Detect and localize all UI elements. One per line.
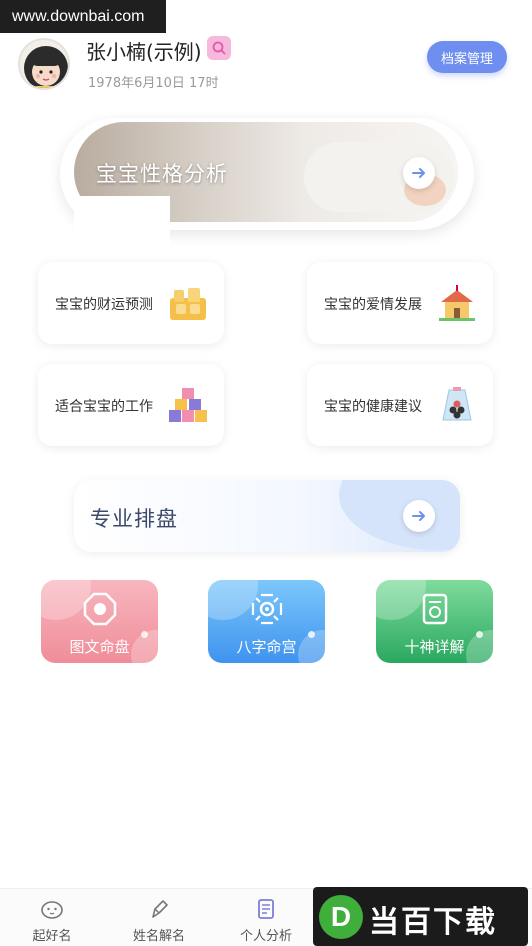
decor-dot — [141, 631, 148, 638]
tab-label: 个人分析 — [239, 929, 292, 944]
tool-chart-reading[interactable]: 图文命盘 — [41, 580, 158, 663]
tool-label: 八字命宫 — [236, 638, 297, 656]
medicine-bag-icon — [442, 387, 472, 421]
hero-mask — [74, 196, 170, 258]
watermark-site: www.downbai.com — [0, 0, 166, 33]
profile-name: 张小楠(示例) — [86, 40, 202, 64]
card-love[interactable]: 宝宝的爱情发展 — [307, 262, 493, 344]
brand-logo-icon: D — [319, 895, 363, 939]
baby-face-icon — [41, 901, 63, 919]
octagon-icon — [83, 592, 117, 626]
card-label: 宝宝的健康建议 — [324, 399, 422, 415]
tab-label: 姓名解名 — [132, 929, 185, 944]
tab-label: 起好名 — [32, 929, 72, 944]
pen-icon — [152, 900, 168, 918]
search-badge-icon[interactable] — [207, 36, 231, 60]
tab-personal-analysis[interactable]: 个人分析 — [226, 889, 306, 946]
arrow-right-icon — [412, 168, 425, 178]
watermark-brand: D 当百下载 — [313, 887, 528, 946]
tool-ten-gods[interactable]: 十神详解 — [376, 580, 493, 663]
girl-avatar-icon — [24, 46, 68, 88]
card-label: 宝宝的爱情发展 — [324, 297, 422, 313]
document-icon — [258, 899, 274, 919]
hero-title: 宝宝性格分析 — [96, 162, 228, 186]
tool-bazi-palace[interactable]: 八字命宫 — [208, 580, 325, 663]
decor-dot — [476, 631, 483, 638]
card-fortune[interactable]: 宝宝的财运预测 — [38, 262, 224, 344]
tool-label: 图文命盘 — [69, 638, 130, 656]
house-icon — [439, 285, 475, 321]
avatar[interactable] — [18, 38, 70, 90]
scroll-icon — [422, 593, 448, 625]
decor-dot — [308, 631, 315, 638]
hero-arrow-button[interactable] — [403, 157, 435, 189]
tab-naming[interactable]: 起好名 — [12, 889, 92, 946]
card-health[interactable]: 宝宝的健康建议 — [307, 364, 493, 446]
card-career[interactable]: 适合宝宝的工作 — [38, 364, 224, 446]
profile-birth: 1978年6月10日 17时 — [88, 76, 219, 91]
pro-title: 专业排盘 — [90, 507, 178, 531]
pro-arrow-button[interactable] — [403, 500, 435, 532]
building-blocks-icon — [169, 388, 207, 422]
money-bags-icon — [170, 288, 206, 320]
bagua-icon — [251, 593, 283, 625]
arrow-right-icon — [412, 511, 425, 521]
brand-text: 当百下载 — [369, 905, 497, 940]
archive-management-button[interactable]: 档案管理 — [427, 41, 507, 73]
tool-label: 十神详解 — [404, 638, 465, 656]
tab-name-analysis[interactable]: 姓名解名 — [119, 889, 199, 946]
pro-decor — [339, 480, 460, 550]
card-label: 宝宝的财运预测 — [55, 297, 153, 313]
card-label: 适合宝宝的工作 — [55, 399, 153, 415]
